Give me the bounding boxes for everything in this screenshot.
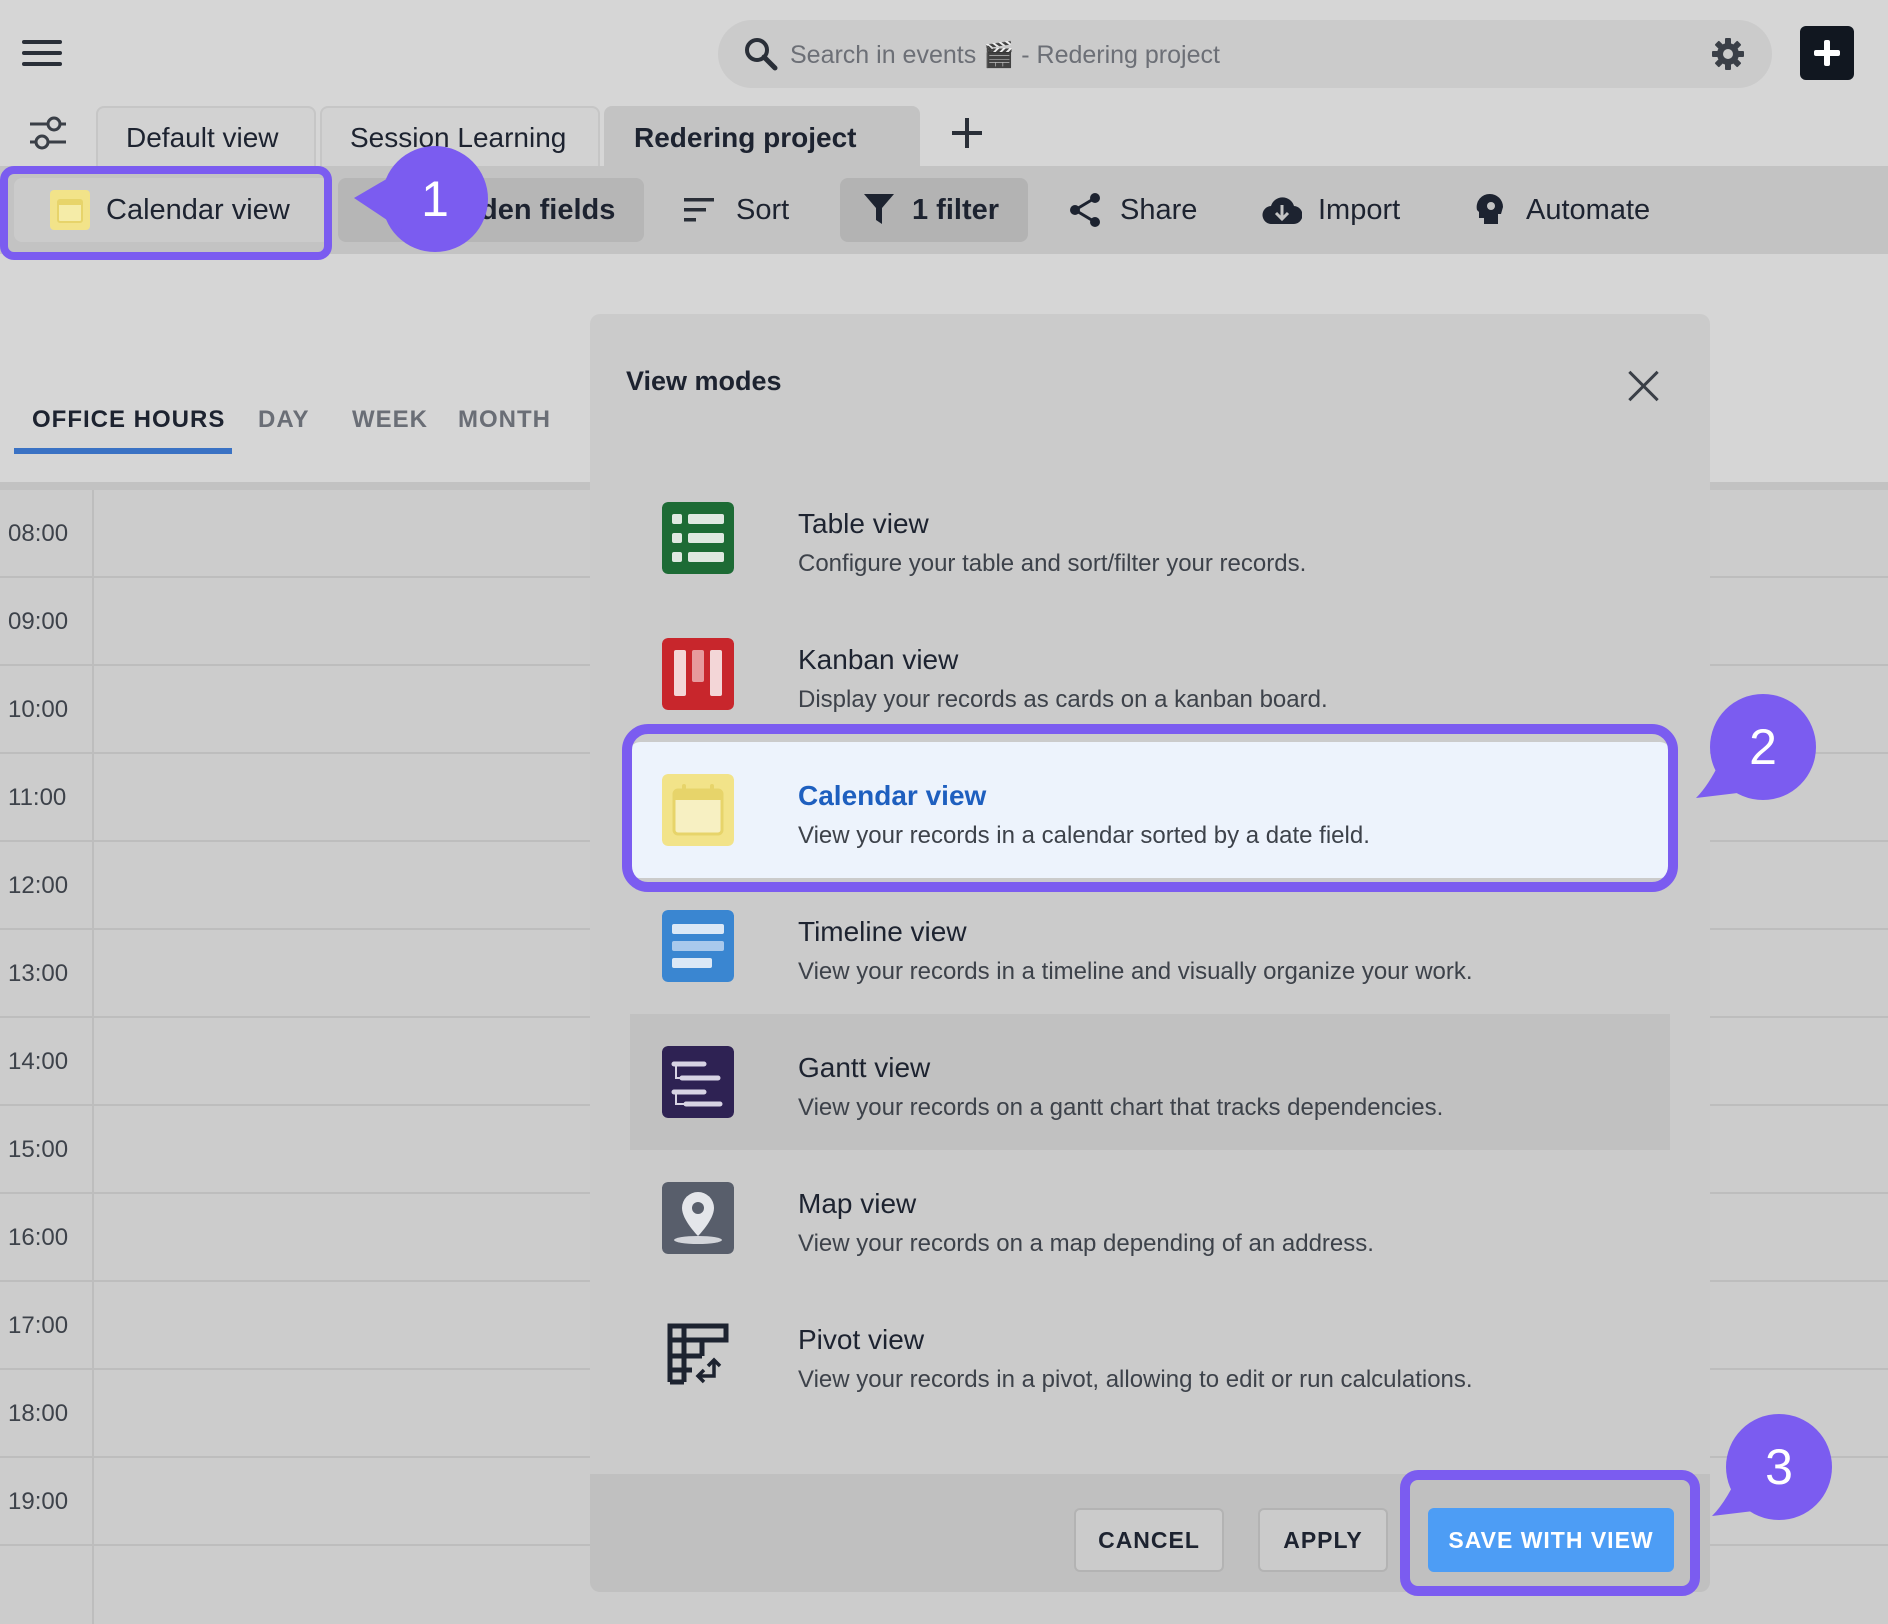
import-button[interactable]: Import xyxy=(1262,178,1412,242)
apply-button[interactable]: APPLY xyxy=(1258,1508,1388,1572)
tab-month[interactable]: MONTH xyxy=(458,406,551,434)
tab-week[interactable]: WEEK xyxy=(352,406,428,434)
cloud-download-icon xyxy=(1262,197,1302,225)
import-label: Import xyxy=(1318,194,1401,226)
close-icon[interactable] xyxy=(1626,368,1662,404)
option-name: Map view xyxy=(798,1188,917,1219)
automate-label: Automate xyxy=(1526,194,1651,226)
app-header: Search in events 🎬 - Redering project xyxy=(0,0,1888,100)
kanban-icon xyxy=(662,638,734,710)
table-icon xyxy=(662,502,734,574)
option-name: Kanban view xyxy=(798,644,959,675)
option-gantt-view[interactable]: Gantt view View your records on a gantt … xyxy=(630,1014,1670,1150)
dialog-title: View modes xyxy=(626,366,782,396)
pivot-icon xyxy=(667,1323,729,1385)
highlight-calendar-view-option xyxy=(622,724,1678,892)
option-kanban-view[interactable]: Kanban view Display your records as card… xyxy=(630,606,1670,742)
search-input[interactable]: Search in events 🎬 - Redering project xyxy=(790,41,1220,70)
filter-button[interactable]: 1 filter xyxy=(840,178,1028,242)
add-tab-icon[interactable] xyxy=(952,118,982,148)
tab-label: Session Learning xyxy=(350,122,567,153)
option-table-view[interactable]: Table view Configure your table and sort… xyxy=(630,470,1670,606)
option-name: Gantt view xyxy=(798,1052,931,1083)
highlight-save-with-view-button xyxy=(1400,1470,1700,1596)
hour-label: 13:00 xyxy=(8,960,69,987)
option-pivot-view[interactable]: Pivot view View your records in a pivot,… xyxy=(630,1286,1670,1422)
option-description: View your records on a map depending of … xyxy=(798,1230,1374,1257)
option-name: Pivot view xyxy=(798,1324,925,1355)
hidden-fields-label: den fields xyxy=(480,194,616,226)
gantt-icon xyxy=(662,1046,734,1118)
time-column-divider xyxy=(92,490,94,1624)
search-icon xyxy=(745,38,778,71)
active-tab-indicator xyxy=(14,448,232,454)
option-description: View your records on a gantt chart that … xyxy=(798,1094,1444,1121)
add-button[interactable] xyxy=(1800,26,1854,80)
step-1-pointer xyxy=(354,170,402,230)
hour-label: 12:00 xyxy=(8,872,69,899)
hour-label: 09:00 xyxy=(8,608,69,635)
map-pin-icon xyxy=(662,1182,734,1254)
share-button[interactable]: Share xyxy=(1068,178,1208,242)
search-bar[interactable]: Search in events 🎬 - Redering project xyxy=(718,20,1772,88)
sliders-icon[interactable] xyxy=(28,114,68,152)
hour-label: 10:00 xyxy=(8,696,69,723)
step-2-pointer xyxy=(1696,748,1746,798)
hour-label: 08:00 xyxy=(8,520,69,547)
tab-default-view[interactable]: Default view xyxy=(96,106,316,166)
hour-label: 11:00 xyxy=(8,784,67,811)
hamburger-menu-icon[interactable] xyxy=(22,40,62,70)
view-tabs: Default view Session Learning Redering p… xyxy=(0,100,1888,205)
hour-label: 19:00 xyxy=(8,1488,69,1515)
tab-redering-project[interactable]: Redering project xyxy=(604,106,920,205)
option-description: View your records in a pivot, allowing t… xyxy=(798,1366,1473,1393)
tab-office-hours[interactable]: OFFICE HOURS xyxy=(32,406,225,434)
cancel-button[interactable]: CANCEL xyxy=(1074,1508,1224,1572)
sort-button[interactable]: Sort xyxy=(684,178,814,242)
share-icon xyxy=(1070,193,1100,227)
timeline-icon xyxy=(662,910,734,982)
option-map-view[interactable]: Map view View your records on a map depe… xyxy=(630,1150,1670,1286)
automate-button[interactable]: Automate xyxy=(1474,178,1654,242)
robot-head-icon xyxy=(1476,193,1503,224)
step-3-pointer xyxy=(1712,1466,1762,1516)
option-description: Display your records as cards on a kanba… xyxy=(798,686,1328,713)
share-label: Share xyxy=(1120,194,1198,226)
tab-day[interactable]: DAY xyxy=(258,406,309,434)
hour-label: 16:00 xyxy=(8,1224,69,1251)
hour-label: 14:00 xyxy=(8,1048,69,1075)
hour-label: 15:00 xyxy=(8,1136,69,1163)
sort-label: Sort xyxy=(736,194,790,226)
hour-label: 18:00 xyxy=(8,1400,69,1427)
funnel-icon xyxy=(864,194,894,224)
hour-label: 17:00 xyxy=(8,1312,69,1339)
tab-label: Redering project xyxy=(634,122,857,153)
view-modes-dialog: View modes Table view Configure your tab… xyxy=(590,314,1710,1592)
tab-label: Default view xyxy=(126,122,279,153)
gear-icon[interactable] xyxy=(1710,36,1746,72)
option-description: View your records in a timeline and visu… xyxy=(798,958,1473,985)
option-name: Timeline view xyxy=(798,916,967,947)
filter-label: 1 filter xyxy=(912,194,1000,226)
sort-icon xyxy=(684,198,714,222)
option-timeline-view[interactable]: Timeline view View your records in a tim… xyxy=(630,878,1670,1014)
highlight-calendar-view-button xyxy=(0,166,332,260)
option-name: Table view xyxy=(798,508,929,539)
option-description: Configure your table and sort/filter you… xyxy=(798,550,1307,577)
